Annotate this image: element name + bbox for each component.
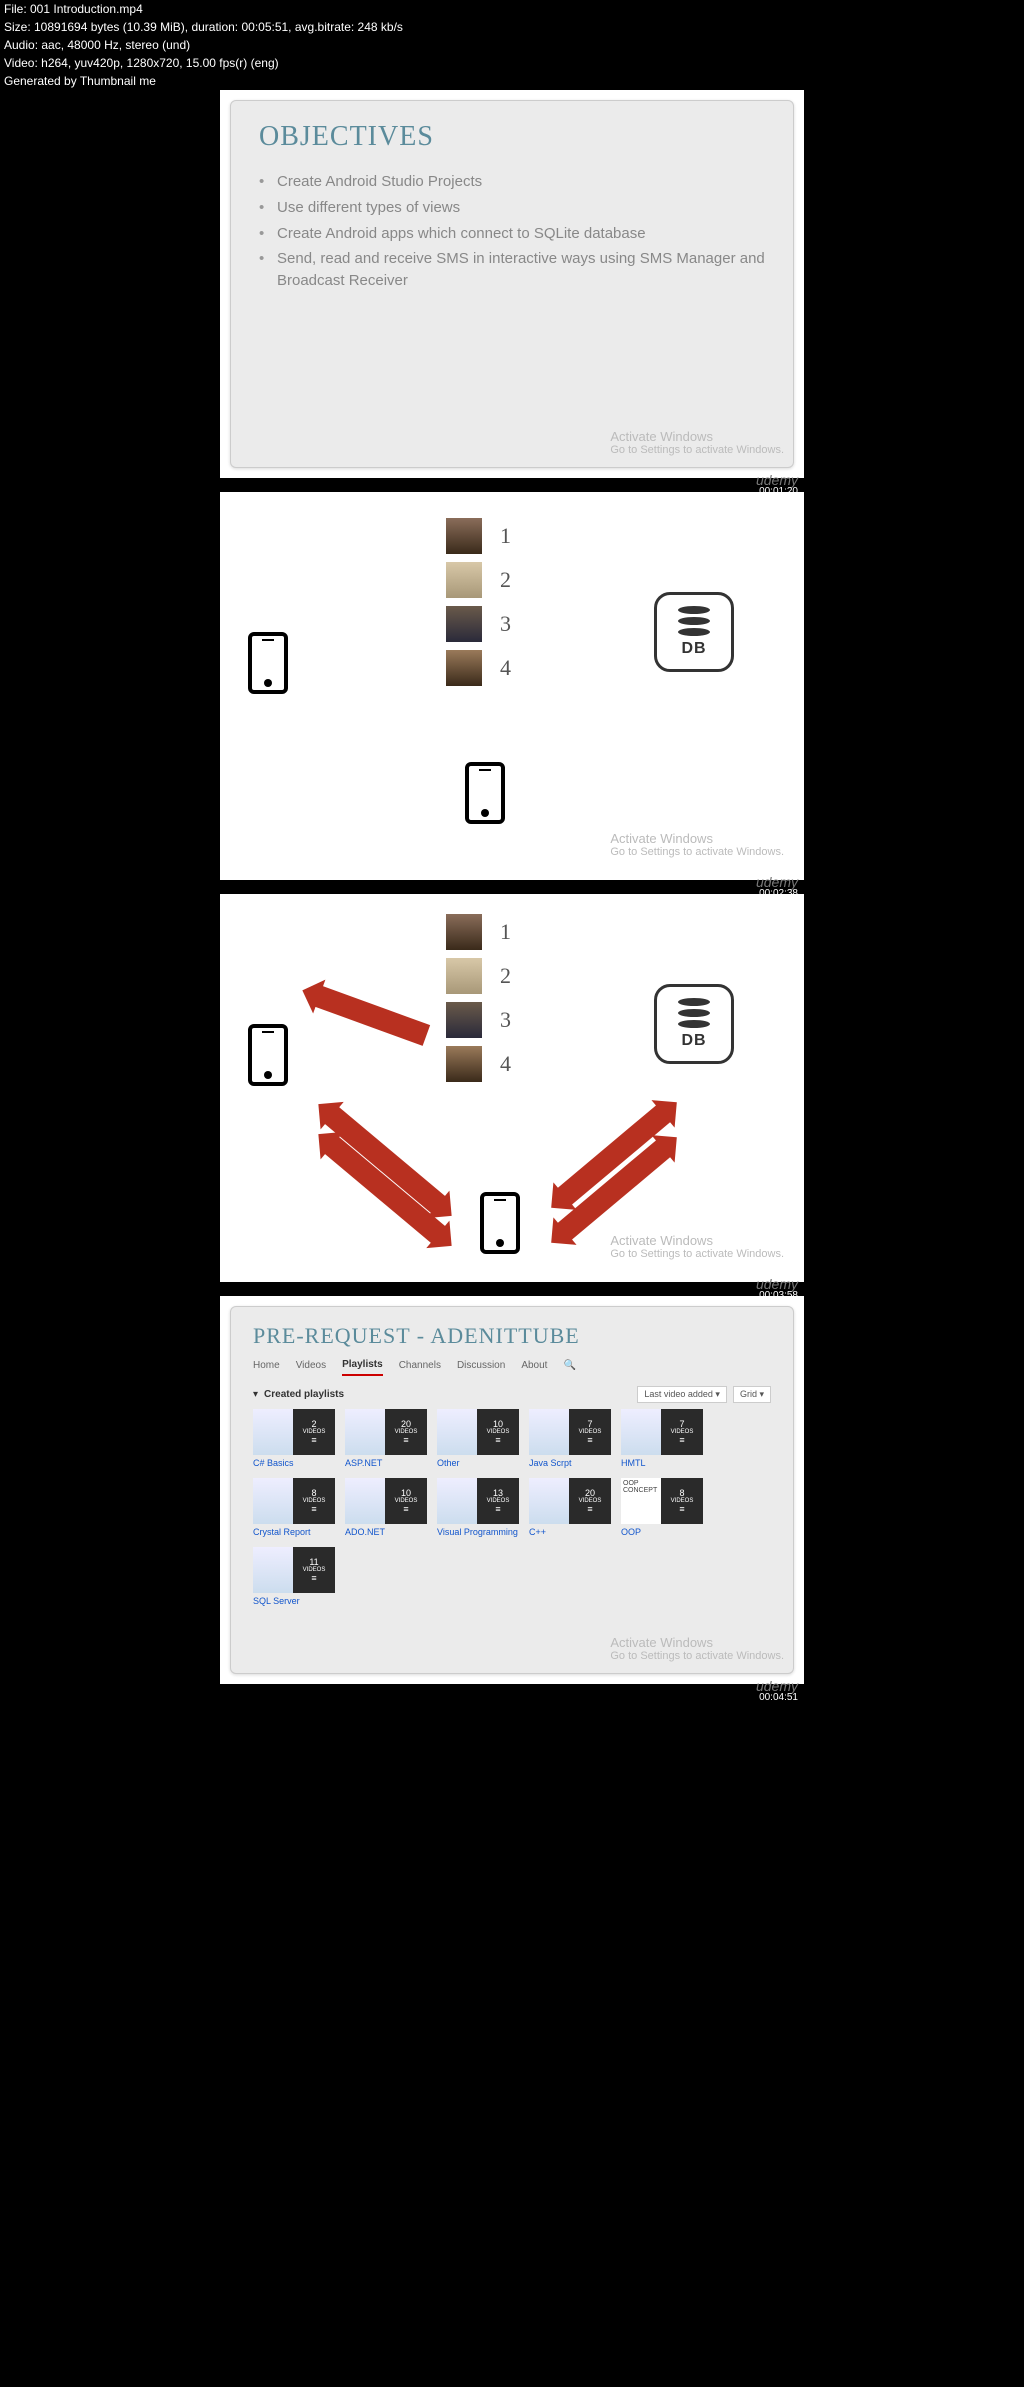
db-icon: DB	[654, 592, 734, 672]
playlist-item[interactable]: 7VIDEOS≡HMTL	[621, 1409, 703, 1468]
tab-home[interactable]: Home	[253, 1360, 280, 1375]
playlist-item[interactable]: 2VIDEOS≡C# Basics	[253, 1409, 335, 1468]
created-playlists-label: Created playlists	[264, 1389, 344, 1400]
tab-playlists[interactable]: Playlists	[342, 1359, 383, 1376]
thumb-frame-4: PRE-REQUEST - ADENITTUBE Home Videos Pla…	[220, 1296, 804, 1684]
playlist-item[interactable]: 10VIDEOS≡ADO.NET	[345, 1478, 427, 1537]
avatar	[446, 914, 482, 950]
tab-videos[interactable]: Videos	[296, 1360, 326, 1375]
list-number: 3	[500, 1007, 511, 1033]
avatar	[446, 562, 482, 598]
playlist-item[interactable]: 20VIDEOS≡C++	[529, 1478, 611, 1537]
slide-title: OBJECTIVES	[259, 121, 765, 153]
list-number: 2	[500, 963, 511, 989]
tab-discussion[interactable]: Discussion	[457, 1360, 505, 1375]
db-label: DB	[681, 640, 706, 658]
playlist-item[interactable]: 7VIDEOS≡Java Scrpt	[529, 1409, 611, 1468]
thumb-frame-3: 1 2 3 4 DB Activate Windows Go to Settin…	[220, 894, 804, 1282]
avatar	[446, 606, 482, 642]
view-dropdown[interactable]: Grid ▾	[733, 1386, 771, 1403]
generator-info: Generated by Thumbnail me	[0, 72, 1024, 90]
list-number: 3	[500, 611, 511, 637]
list-number: 4	[500, 1051, 511, 1077]
avatar	[446, 958, 482, 994]
avatar	[446, 1002, 482, 1038]
playlist-item[interactable]: OOP CONCEPT8VIDEOS≡OOP	[621, 1478, 703, 1537]
phone-icon	[480, 1192, 520, 1254]
audio-info: Audio: aac, 48000 Hz, stereo (und)	[0, 36, 1024, 54]
playlist-item[interactable]: 10VIDEOS≡Other	[437, 1409, 519, 1468]
list-number: 4	[500, 655, 511, 681]
list-number: 1	[500, 919, 511, 945]
chevron-down-icon[interactable]: ▾	[253, 1389, 258, 1400]
avatar	[446, 518, 482, 554]
playlist-item[interactable]: 13VIDEOS≡Visual Programming	[437, 1478, 519, 1537]
timecode: 00:04:51	[759, 1692, 798, 1703]
avatar	[446, 650, 482, 686]
bullet-item: Send, read and receive SMS in interactiv…	[259, 248, 765, 292]
list-number: 1	[500, 523, 511, 549]
bullet-item: Use different types of views	[259, 197, 765, 219]
windows-watermark: Activate Windows Go to Settings to activ…	[610, 429, 784, 456]
thumb-frame-1: OBJECTIVES Create Android Studio Project…	[220, 90, 804, 478]
db-label: DB	[681, 1032, 706, 1050]
phone-icon	[248, 1024, 288, 1086]
file-info: File: 001 Introduction.mp4	[0, 0, 1024, 18]
playlist-item[interactable]: 20VIDEOS≡ASP.NET	[345, 1409, 427, 1468]
people-list: 1 2 3 4	[446, 516, 511, 688]
list-number: 2	[500, 567, 511, 593]
sort-dropdown[interactable]: Last video added ▾	[637, 1386, 727, 1403]
windows-watermark: Activate Windows Go to Settings to activ…	[610, 1233, 784, 1260]
phone-icon	[248, 632, 288, 694]
arrow-icon	[310, 984, 430, 1046]
playlist-item[interactable]: 11VIDEOS≡SQL Server	[253, 1547, 335, 1606]
tab-about[interactable]: About	[521, 1360, 547, 1375]
tab-channels[interactable]: Channels	[399, 1360, 441, 1375]
channel-tabs: Home Videos Playlists Channels Discussio…	[253, 1359, 771, 1376]
bullet-item: Create Android Studio Projects	[259, 171, 765, 193]
windows-watermark: Activate Windows Go to Settings to activ…	[610, 1635, 784, 1662]
people-list: 1 2 3 4	[446, 912, 511, 1084]
video-info: Video: h264, yuv420p, 1280x720, 15.00 fp…	[0, 54, 1024, 72]
bullet-item: Create Android apps which connect to SQL…	[259, 223, 765, 245]
search-icon[interactable]: 🔍	[563, 1360, 575, 1375]
db-icon: DB	[654, 984, 734, 1064]
objectives-list: Create Android Studio Projects Use diffe…	[259, 171, 765, 292]
size-info: Size: 10891694 bytes (10.39 MiB), durati…	[0, 18, 1024, 36]
slide-title: PRE-REQUEST - ADENITTUBE	[253, 1323, 771, 1349]
windows-watermark: Activate Windows Go to Settings to activ…	[610, 831, 784, 858]
avatar	[446, 1046, 482, 1082]
thumb-frame-2: 1 2 3 4 DB Activate Windows Go to Settin…	[220, 492, 804, 880]
playlist-grid: 2VIDEOS≡C# Basics20VIDEOS≡ASP.NET10VIDEO…	[253, 1409, 771, 1606]
playlist-item[interactable]: 8VIDEOS≡Crystal Report	[253, 1478, 335, 1537]
phone-icon	[465, 762, 505, 824]
